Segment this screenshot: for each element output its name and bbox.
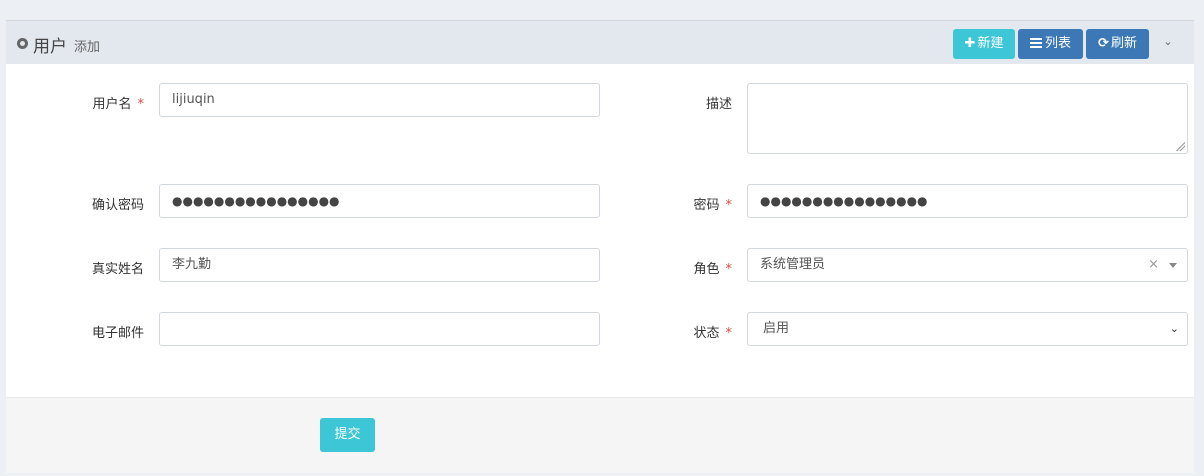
page-subtitle: 添加 bbox=[74, 40, 101, 55]
confirm-password-label: 确认密码 bbox=[91, 198, 144, 213]
email-label: 电子邮件 bbox=[91, 326, 144, 341]
description-label: 描述 bbox=[705, 97, 732, 112]
username-label: 用户名 * bbox=[46, 93, 144, 112]
refresh-button-label: 刷新 bbox=[1110, 36, 1137, 51]
real-name-input[interactable]: 李九勤 bbox=[159, 248, 600, 282]
password-input[interactable]: ●●●●●●●●●●●●●●●● bbox=[747, 184, 1188, 218]
password-label-text: 密码 bbox=[693, 198, 720, 213]
status-label-text: 状态 bbox=[693, 326, 720, 341]
role-label-text: 角色 bbox=[693, 262, 720, 277]
username-label-text: 用户名 bbox=[92, 97, 132, 112]
box-header: 用户 添加 ✚ 新建 列表 ⟳ 刷新 ⌄ bbox=[6, 21, 1194, 64]
clear-icon[interactable]: × bbox=[1148, 249, 1159, 281]
plus-icon: ✚ bbox=[964, 36, 976, 51]
required-mark: * bbox=[725, 326, 733, 341]
status-select[interactable]: 启用 ⌄ bbox=[747, 312, 1188, 346]
username-input[interactable]: lijiuqin bbox=[159, 83, 600, 117]
caret-down-icon[interactable] bbox=[1169, 263, 1177, 268]
refresh-button[interactable]: ⟳ 刷新 bbox=[1086, 29, 1149, 59]
refresh-icon: ⟳ bbox=[1098, 36, 1109, 51]
required-mark: * bbox=[725, 262, 733, 277]
globe-icon bbox=[17, 38, 28, 49]
form-footer: 提交 bbox=[6, 397, 1194, 473]
email-input[interactable] bbox=[159, 312, 600, 346]
chevron-down-icon: ⌄ bbox=[1169, 322, 1179, 335]
resize-handle-icon[interactable] bbox=[1175, 141, 1185, 151]
chevron-down-icon: ⌄ bbox=[1163, 35, 1173, 48]
required-mark: * bbox=[137, 97, 145, 112]
page-title: 用户 bbox=[33, 37, 67, 57]
role-selected-value: 系统管理员 bbox=[760, 257, 826, 272]
description-textarea[interactable] bbox=[747, 83, 1188, 154]
real-name-label: 真实姓名 bbox=[91, 262, 144, 277]
role-select[interactable]: 系统管理员 × bbox=[747, 248, 1188, 282]
submit-button[interactable]: 提交 bbox=[320, 418, 375, 452]
new-button-label: 新建 bbox=[977, 36, 1004, 51]
collapse-button[interactable]: ⌄ bbox=[1161, 33, 1175, 51]
password-label: 密码 * bbox=[646, 194, 732, 213]
required-mark: * bbox=[725, 198, 733, 213]
status-selected-value: 启用 bbox=[763, 321, 790, 336]
list-button[interactable]: 列表 bbox=[1018, 29, 1083, 59]
new-button[interactable]: ✚ 新建 bbox=[953, 29, 1015, 59]
status-label: 状态 * bbox=[646, 322, 732, 341]
list-icon bbox=[1029, 38, 1042, 48]
confirm-password-input[interactable]: ●●●●●●●●●●●●●●●● bbox=[159, 184, 600, 218]
role-label: 角色 * bbox=[646, 258, 732, 277]
user-form-box: 用户 添加 ✚ 新建 列表 ⟳ 刷新 ⌄ 用户名 * lijiuqin 描述 确认密码… bbox=[6, 20, 1194, 473]
list-button-label: 列表 bbox=[1044, 36, 1071, 51]
